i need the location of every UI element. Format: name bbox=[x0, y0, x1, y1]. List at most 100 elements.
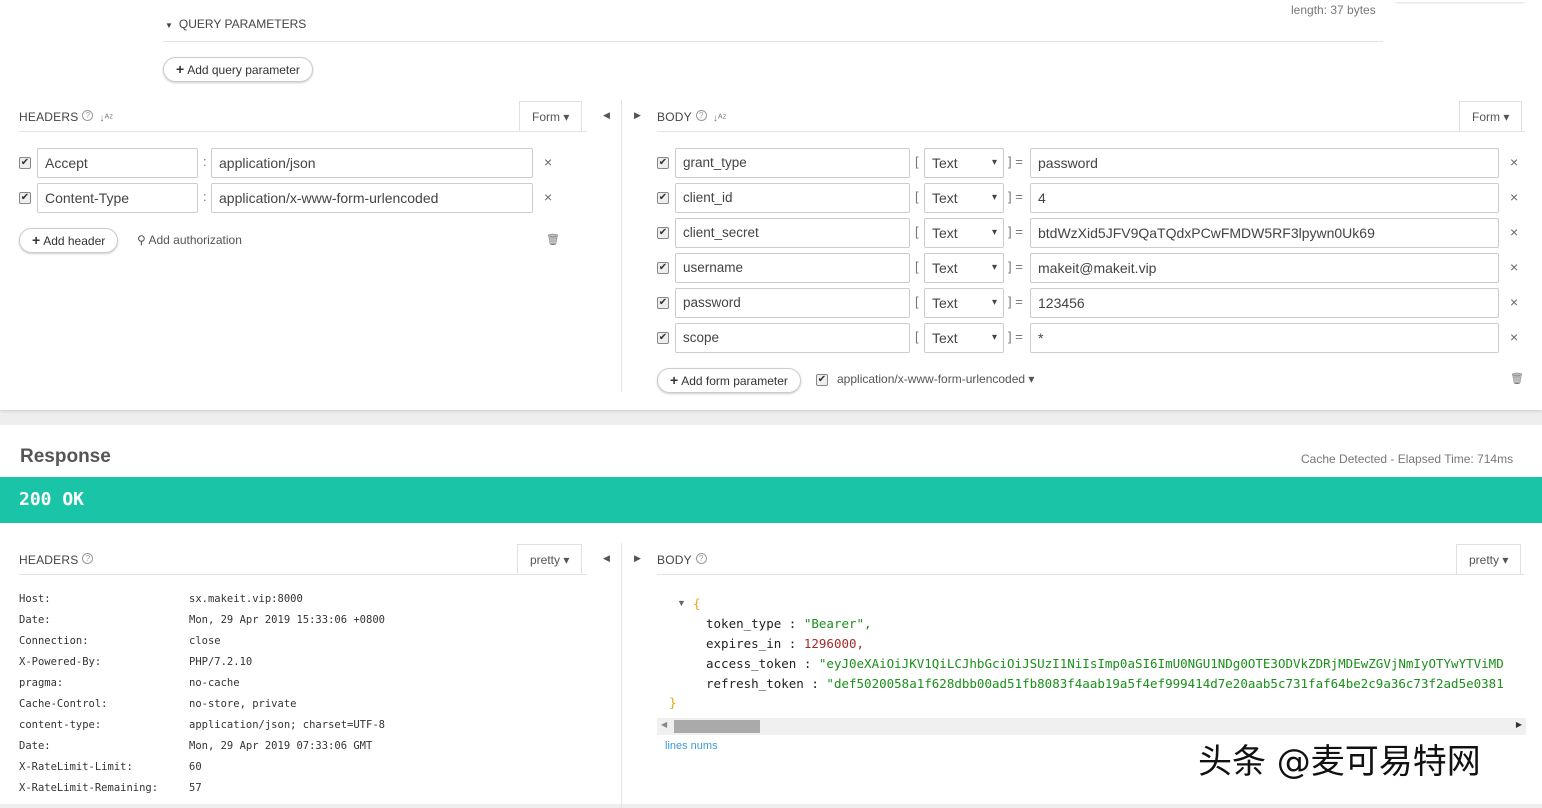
json-colon: : bbox=[781, 616, 804, 631]
json-key: expires_in bbox=[706, 636, 782, 651]
bracket-close-equals: ] = bbox=[1008, 189, 1023, 204]
help-icon[interactable]: ? bbox=[82, 110, 94, 121]
add-header-button[interactable]: + Add header bbox=[19, 228, 119, 253]
caret-down-icon: ▾ bbox=[991, 192, 997, 203]
param-value-input[interactable]: password bbox=[1030, 148, 1499, 178]
sort-icon[interactable]: ↓ᴬᶻ bbox=[713, 113, 727, 124]
bracket-close-equals: ] = bbox=[1008, 224, 1023, 239]
response-header-value: sx.makeit.vip:8000 bbox=[189, 593, 303, 605]
bracket-close-equals: ] = bbox=[1008, 329, 1023, 344]
help-icon[interactable]: ? bbox=[82, 553, 94, 564]
headers-mode-dropdown[interactable]: Form ▾ bbox=[519, 101, 583, 131]
json-field: token_type : "Bearer", bbox=[706, 616, 1526, 631]
param-checkbox[interactable]: ✔ bbox=[657, 157, 669, 169]
content-type-dropdown[interactable]: application/x-www-form-urlencoded ▾ bbox=[837, 372, 1034, 386]
header-value-input[interactable]: application/json bbox=[211, 148, 533, 178]
param-type-select[interactable]: Text ▾ bbox=[924, 218, 1004, 248]
param-value-input[interactable]: btdWzXid5JFV9QaTQdxPCwFMDW5RF3lpywn0Uk69 bbox=[1030, 218, 1499, 248]
param-value-input[interactable]: 123456 bbox=[1030, 288, 1499, 318]
response-panel: Response Cache Detected - Elapsed Time: … bbox=[0, 425, 1542, 808]
query-params-toggle[interactable]: ▼ QUERY PARAMETERS bbox=[165, 17, 306, 31]
param-checkbox[interactable]: ✔ bbox=[657, 332, 669, 344]
caret-down-icon: ▾ bbox=[991, 227, 997, 238]
param-type-select[interactable]: Text ▾ bbox=[924, 253, 1004, 283]
param-value-input[interactable]: makeit@makeit.vip bbox=[1030, 253, 1499, 283]
length-text: length: 37 bytes bbox=[1291, 3, 1376, 17]
param-checkbox[interactable]: ✔ bbox=[657, 192, 669, 204]
trash-icon[interactable]: 🗑 bbox=[1510, 372, 1524, 385]
add-query-parameter-button[interactable]: + Add query parameter bbox=[163, 57, 313, 82]
remove-icon[interactable]: × bbox=[1510, 154, 1518, 170]
header-checkbox[interactable]: ✔ bbox=[19, 192, 31, 204]
horizontal-scrollbar[interactable]: ◀ ▶ bbox=[657, 718, 1526, 735]
sort-icon[interactable]: ↓ᴬᶻ bbox=[99, 113, 113, 124]
param-key-input[interactable]: password bbox=[675, 288, 910, 318]
header-value-input[interactable]: application/x-www-form-urlencoded bbox=[211, 183, 533, 213]
response-header-key: content-type: bbox=[19, 719, 102, 731]
remove-icon[interactable]: × bbox=[1510, 294, 1518, 310]
param-checkbox[interactable]: ✔ bbox=[657, 297, 669, 309]
body-mode-dropdown[interactable]: Form ▾ bbox=[1459, 101, 1523, 131]
response-header-key: Date: bbox=[19, 740, 51, 752]
status-bar: 200 OK bbox=[0, 477, 1542, 523]
header-checkbox[interactable]: ✔ bbox=[19, 157, 31, 169]
json-field: refresh_token : "def5020058a1f628dbb00ad… bbox=[706, 676, 1526, 691]
colon-separator: : bbox=[203, 189, 207, 204]
param-key-input[interactable]: scope bbox=[675, 323, 910, 353]
json-field: access_token : "eyJ0eXAiOiJKV1QiLCJhbGci… bbox=[706, 656, 1526, 671]
collapse-left-icon[interactable]: ◀ bbox=[603, 553, 610, 564]
content-type-checkbox[interactable]: ✔ bbox=[816, 374, 828, 386]
bracket-open: [ bbox=[915, 329, 919, 344]
trash-icon[interactable]: 🗑 bbox=[546, 233, 560, 246]
json-colon: : bbox=[803, 676, 827, 691]
help-icon[interactable]: ? bbox=[695, 110, 707, 121]
add-authorization-link[interactable]: ⚲ Add authorization bbox=[137, 233, 242, 247]
add-form-parameter-button[interactable]: + Add form parameter bbox=[657, 368, 801, 393]
collapse-left-icon[interactable]: ◀ bbox=[603, 110, 610, 121]
plus-icon: + bbox=[32, 232, 41, 248]
scrollbar-thumb[interactable] bbox=[674, 720, 760, 733]
response-header-value: PHP/7.2.10 bbox=[189, 656, 253, 668]
param-type-select[interactable]: Text ▾ bbox=[924, 148, 1004, 178]
json-key: token_type bbox=[706, 616, 782, 631]
remove-icon[interactable]: × bbox=[1510, 224, 1518, 240]
response-header-key: X-Powered-By: bbox=[19, 656, 102, 668]
scroll-right-icon[interactable]: ▶ bbox=[1516, 720, 1522, 729]
remove-icon[interactable]: × bbox=[544, 189, 552, 205]
response-headers-mode-dropdown[interactable]: pretty ▾ bbox=[517, 544, 583, 574]
scroll-left-icon[interactable]: ◀ bbox=[661, 720, 667, 729]
remove-icon[interactable]: × bbox=[544, 154, 552, 170]
remove-icon[interactable]: × bbox=[1510, 259, 1518, 275]
lines-nums-link[interactable]: lines nums bbox=[665, 740, 718, 752]
response-header-key: Cache-Control: bbox=[19, 698, 108, 710]
collapse-json-icon[interactable]: ▼ bbox=[677, 598, 686, 608]
param-checkbox[interactable]: ✔ bbox=[657, 227, 669, 239]
header-key-input[interactable]: Accept bbox=[37, 148, 198, 178]
param-key-input[interactable]: grant_type bbox=[675, 148, 910, 178]
response-header-value: application/json; charset=UTF-8 bbox=[189, 719, 385, 731]
param-key-input[interactable]: client_secret bbox=[675, 218, 910, 248]
param-key-input[interactable]: username bbox=[675, 253, 910, 283]
param-type-select[interactable]: Text ▾ bbox=[924, 183, 1004, 213]
param-type-value: Text bbox=[932, 190, 958, 206]
param-checkbox[interactable]: ✔ bbox=[657, 262, 669, 274]
remove-icon[interactable]: × bbox=[1510, 329, 1518, 345]
param-value-input[interactable]: * bbox=[1030, 323, 1499, 353]
param-value-input[interactable]: 4 bbox=[1030, 183, 1499, 213]
response-header-key: pragma: bbox=[19, 677, 64, 689]
response-header-value: Mon, 29 Apr 2019 15:33:06 +0800 bbox=[189, 614, 385, 626]
expand-right-icon[interactable]: ▶ bbox=[634, 553, 641, 564]
param-key-input[interactable]: client_id bbox=[675, 183, 910, 213]
request-headers-title: HEADERS? ↓ᴬᶻ bbox=[19, 110, 114, 124]
plus-icon: + bbox=[670, 372, 679, 388]
response-header-key: Date: bbox=[19, 614, 51, 626]
remove-icon[interactable]: × bbox=[1510, 189, 1518, 205]
param-type-select[interactable]: Text ▾ bbox=[924, 323, 1004, 353]
help-icon[interactable]: ? bbox=[695, 553, 707, 564]
json-key: access_token bbox=[706, 656, 797, 671]
param-type-select[interactable]: Text ▾ bbox=[924, 288, 1004, 318]
expand-right-icon[interactable]: ▶ bbox=[634, 110, 641, 121]
response-body-mode-dropdown[interactable]: pretty ▾ bbox=[1456, 544, 1522, 574]
header-key-input[interactable]: Content-Type bbox=[37, 183, 198, 213]
response-header-key: X-RateLimit-Limit: bbox=[19, 761, 133, 773]
